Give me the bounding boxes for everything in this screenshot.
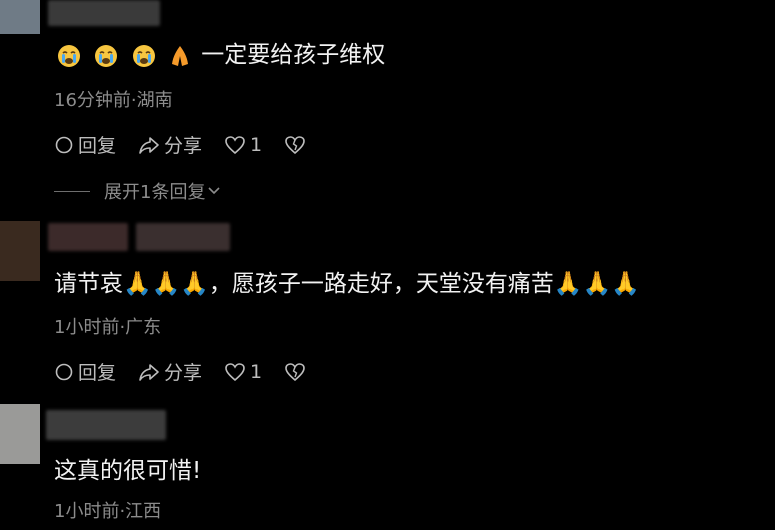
comment-item: 一定要给孩子维权 16分钟前·湖南 回复 分享 1 展开1条回复 <box>0 0 775 210</box>
comment-text: 请节哀🙏🙏🙏，愿孩子一路走好，天堂没有痛苦🙏🙏🙏 <box>54 271 640 297</box>
comment-icon <box>55 136 73 153</box>
heart-icon <box>225 135 245 154</box>
username-blurred <box>46 410 166 440</box>
dislike-button[interactable] <box>284 362 310 382</box>
reply-button[interactable]: 回复 <box>54 131 116 158</box>
share-button[interactable]: 分享 <box>138 358 202 385</box>
comment-icon <box>55 363 73 380</box>
like-count: 1 <box>250 133 263 156</box>
dislike-button[interactable] <box>284 135 310 155</box>
comment-actions: 回复 分享 1 <box>54 358 332 385</box>
avatar[interactable] <box>0 221 40 281</box>
comment-text-content: 一定要给孩子维权 <box>201 42 386 68</box>
chevron-down-icon <box>208 187 221 195</box>
username-blurred <box>136 223 230 251</box>
comment-meta: 1小时前·江西 <box>54 501 162 522</box>
share-button[interactable]: 分享 <box>138 131 202 158</box>
like-button[interactable]: 1 <box>224 361 262 383</box>
share-icon <box>139 363 159 381</box>
sad-cry-emoji-icon <box>95 44 118 67</box>
reply-label: 回复 <box>78 135 117 157</box>
divider-line <box>54 190 90 192</box>
avatar[interactable] <box>0 404 40 464</box>
dislike-heart-icon <box>285 362 305 381</box>
avatar[interactable] <box>0 0 40 34</box>
comment-meta: 1小时前·广东 <box>54 317 162 338</box>
expand-replies-button[interactable]: 展开1条回复 <box>54 178 221 204</box>
comment-item: 请节哀🙏🙏🙏，愿孩子一路走好，天堂没有痛苦🙏🙏🙏 1小时前·广东 回复 分享 1 <box>0 221 775 391</box>
heart-icon <box>225 362 245 381</box>
pray-emoji-icon <box>171 45 188 66</box>
comment-meta: 16分钟前·湖南 <box>54 90 173 111</box>
username-blurred <box>48 223 128 251</box>
comment-item: 这真的很可惜! 1小时前·江西 <box>0 404 775 530</box>
comment-text: 这真的很可惜! <box>54 458 202 484</box>
comment-actions: 回复 分享 1 <box>54 131 332 158</box>
share-label: 分享 <box>164 135 203 157</box>
reply-label: 回复 <box>78 362 117 384</box>
share-label: 分享 <box>164 362 203 384</box>
reply-button[interactable]: 回复 <box>54 358 116 385</box>
emoji-row <box>54 42 201 68</box>
dislike-heart-icon <box>285 135 305 154</box>
expand-label: 展开1条回复 <box>104 182 206 203</box>
comment-text: 一定要给孩子维权 <box>54 39 385 71</box>
username-blurred <box>48 0 160 26</box>
sad-cry-emoji-icon <box>58 44 80 67</box>
sad-cry-emoji-icon <box>132 44 155 67</box>
like-button[interactable]: 1 <box>224 134 262 156</box>
share-icon <box>139 136 159 154</box>
like-count: 1 <box>250 360 263 383</box>
